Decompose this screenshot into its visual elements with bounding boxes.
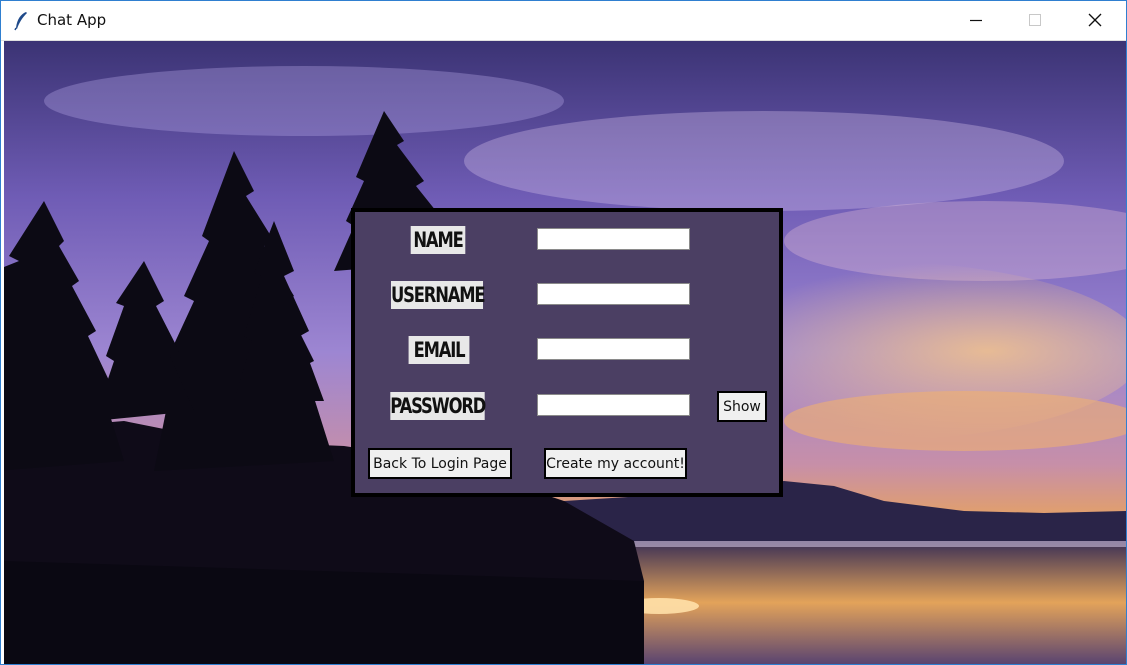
username-field[interactable] (537, 283, 690, 305)
title-bar: Chat App (1, 1, 1126, 41)
minimize-icon (970, 19, 982, 22)
close-button[interactable] (1073, 1, 1119, 40)
app-window: Chat App NAME USERNAME EMAIL PASSWORD Sh… (0, 0, 1127, 665)
content-area: NAME USERNAME EMAIL PASSWORD Show Back T… (4, 41, 1126, 664)
maximize-button[interactable] (1014, 1, 1060, 40)
signup-form: NAME USERNAME EMAIL PASSWORD Show Back T… (351, 208, 783, 497)
name-label: NAME (410, 226, 466, 254)
feather-icon (13, 11, 29, 31)
minimize-button[interactable] (955, 1, 1001, 40)
show-password-button[interactable]: Show (717, 391, 767, 422)
email-field[interactable] (537, 338, 690, 360)
back-to-login-button[interactable]: Back To Login Page (368, 448, 512, 479)
password-field[interactable] (537, 394, 690, 416)
create-account-button[interactable]: Create my account! (544, 448, 687, 479)
maximize-icon (1029, 14, 1041, 26)
name-field[interactable] (537, 228, 690, 250)
close-icon (1088, 13, 1102, 27)
window-title: Chat App (37, 11, 107, 29)
password-label: PASSWORD (390, 392, 486, 420)
username-label: USERNAME (390, 281, 486, 309)
email-label: EMAIL (408, 336, 470, 364)
